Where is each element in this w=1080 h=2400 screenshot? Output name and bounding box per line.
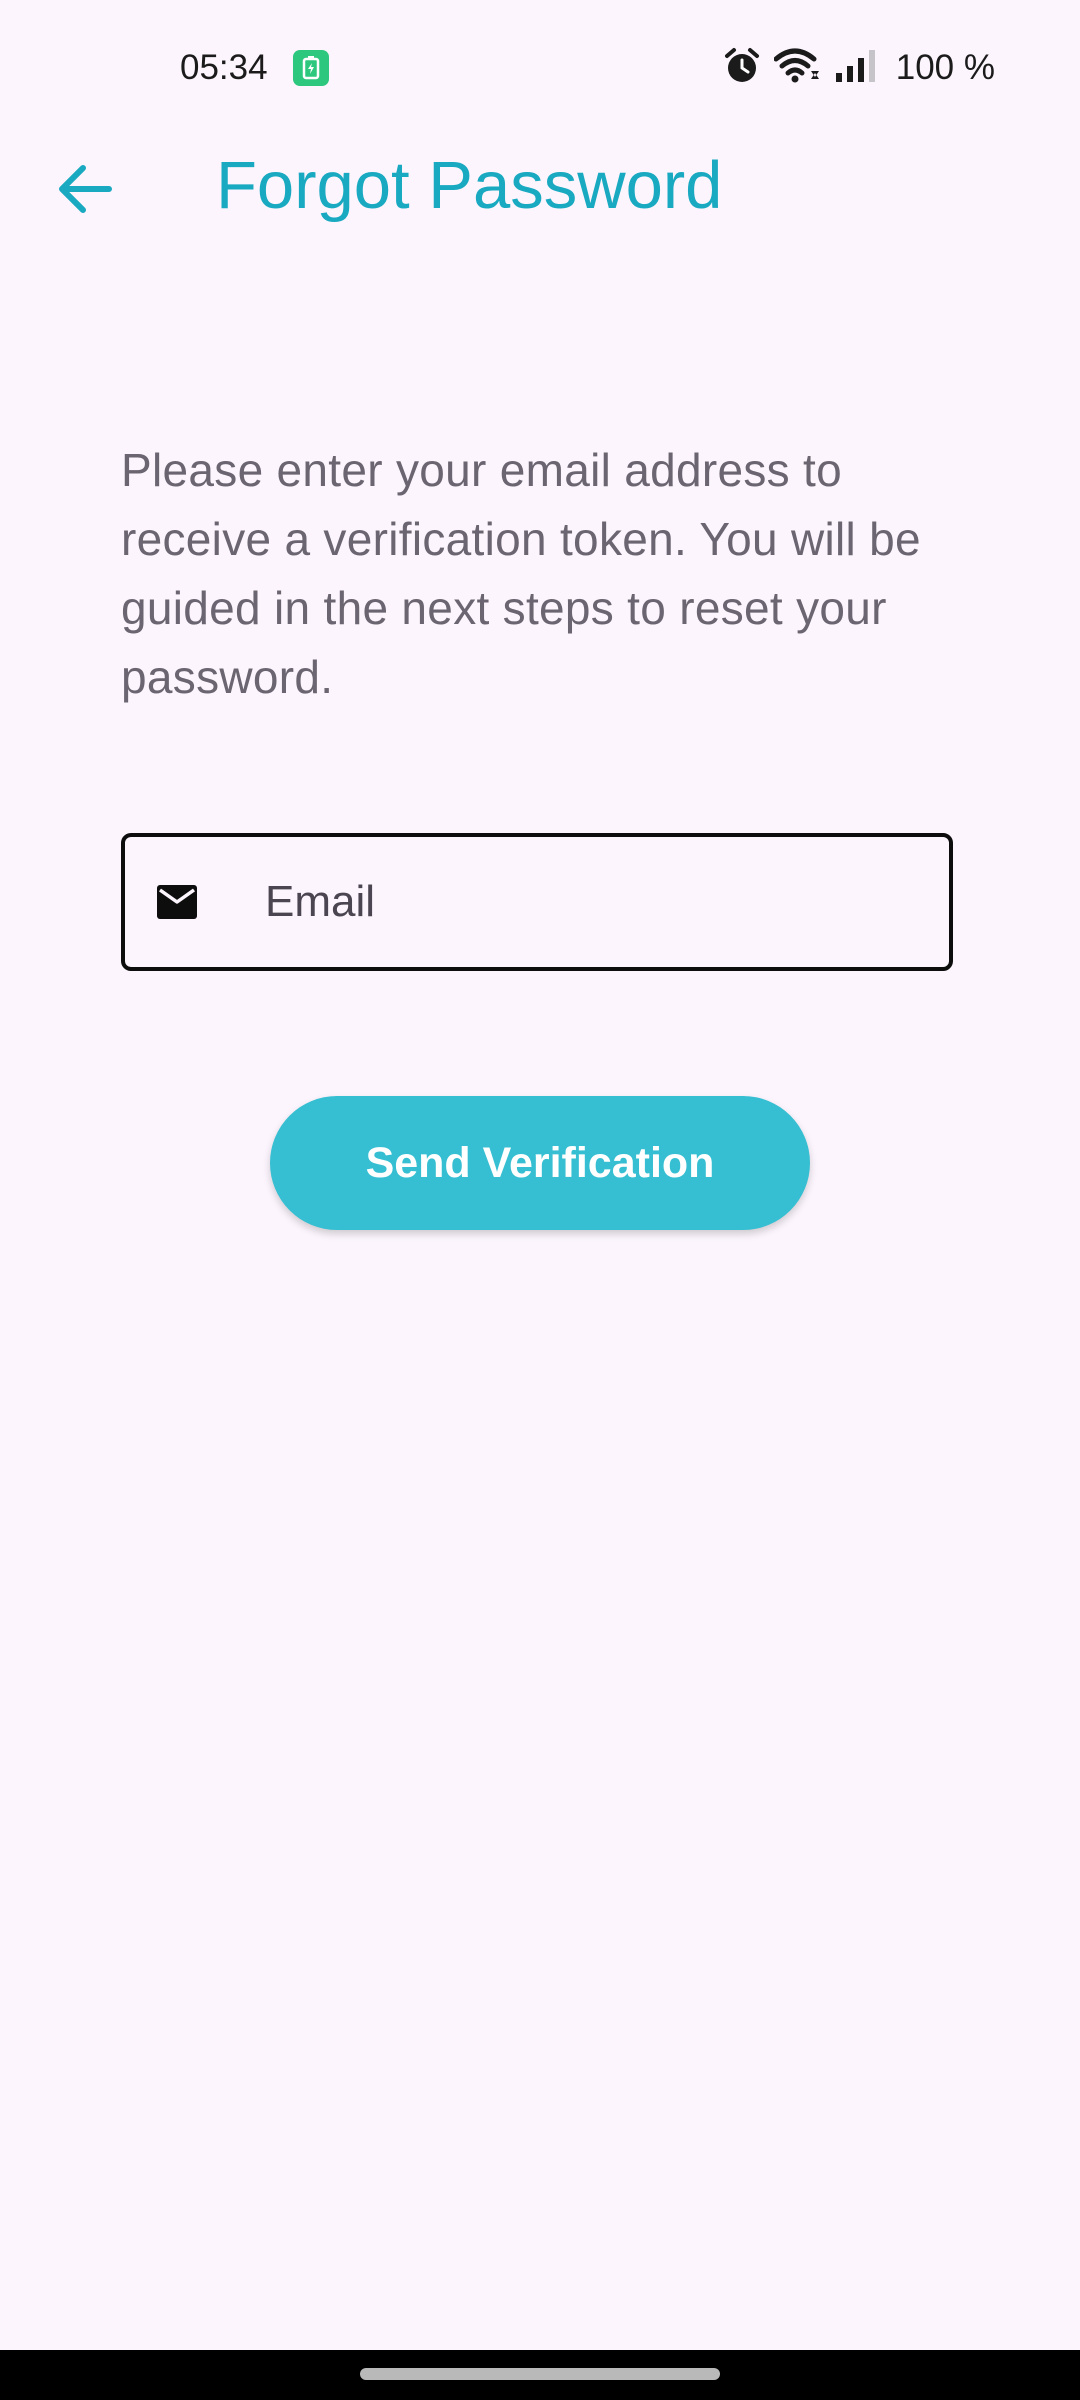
wifi-icon <box>773 47 820 90</box>
status-time: 05:34 <box>180 48 268 87</box>
instructions-text: Please enter your email address to recei… <box>121 444 921 703</box>
email-field[interactable] <box>121 833 953 971</box>
signal-icon <box>834 49 878 88</box>
page-title: Forgot Password <box>216 148 723 223</box>
navigation-bar <box>0 2350 1080 2400</box>
app-bar: Forgot Password <box>0 140 1080 230</box>
battery-percent: 100 % <box>895 48 995 87</box>
alarm-icon <box>724 47 760 90</box>
send-verification-button[interactable]: Send Verification <box>270 1096 810 1230</box>
arrow-back-icon <box>59 165 112 213</box>
battery-saver-icon <box>293 50 329 86</box>
home-gesture-handle[interactable] <box>360 2368 720 2380</box>
email-input[interactable] <box>265 867 925 937</box>
status-bar: 05:34 100 % <box>0 0 1080 140</box>
status-icons: 100 % <box>724 44 995 92</box>
back-button[interactable] <box>40 144 130 234</box>
mail-icon <box>157 885 197 919</box>
